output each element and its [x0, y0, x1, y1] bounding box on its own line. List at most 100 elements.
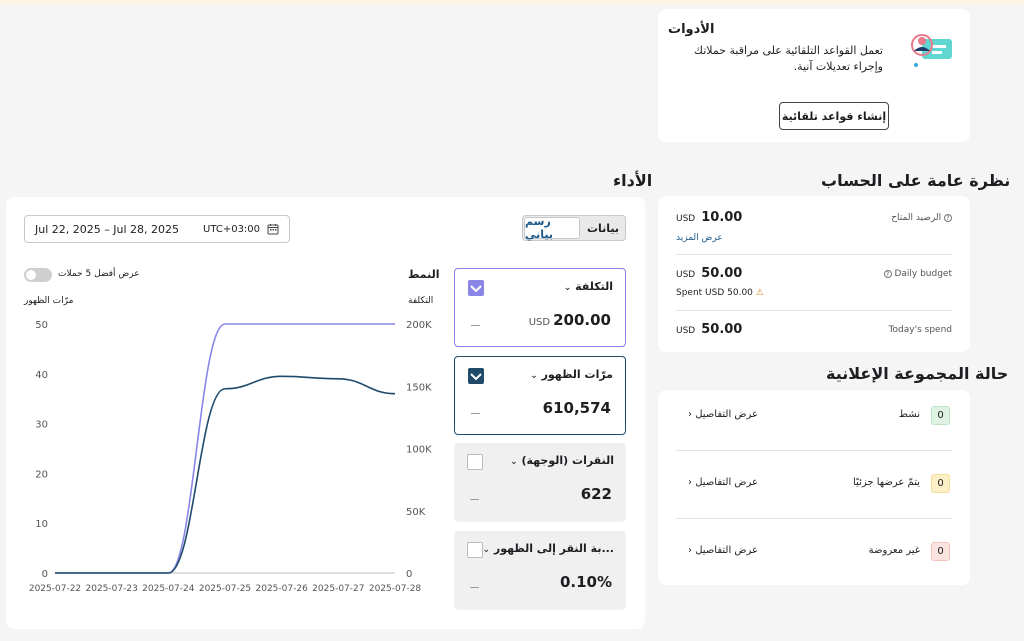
y-left-tick-label: 30 [35, 420, 48, 431]
y-right-tick-label: 100K [406, 445, 432, 456]
status-badge-partial: 0 [931, 474, 950, 493]
pattern-label: النمط [408, 268, 440, 281]
account-overview-heading: نظرة عامة على الحساب [821, 171, 1011, 190]
x-tick-label: 2025-07-27 [312, 584, 364, 594]
x-tick-label: 2025-07-24 [142, 584, 195, 594]
tools-card: الأدوات تعمل القواعد التلقائية على مراقب… [658, 9, 970, 142]
y-right-tick-label: 0 [406, 569, 412, 580]
metric-value-impressions: 610,574 [542, 399, 611, 417]
account-overview-card: USD 10.00 الرصيد المتاح ? عرض المزيد USD 5… [658, 196, 970, 352]
tools-description: تعمل القواعد التلقائية على مراقبة حملاتك… [693, 44, 883, 73]
daily-budget-value: 50.00 [701, 266, 743, 281]
daily-budget-currency: USD [676, 270, 696, 280]
adset-status-card: عرض التفاصيل ‹ نشط 0 عرض التفاصيل ‹ يتمّ… [658, 390, 970, 585]
chevron-down-icon: ⌄ [510, 457, 518, 467]
balance-currency: USD [676, 214, 696, 224]
view-toggle: رسم بياني بيانات [522, 215, 626, 241]
dash-divider [471, 325, 480, 326]
x-tick-label: 2025-07-28 [369, 584, 422, 594]
daily-budget-label: Daily budget [894, 269, 952, 279]
tab-chart[interactable]: رسم بياني [524, 215, 580, 241]
y-left-tick-label: 50 [35, 320, 48, 331]
metric-name-impressions: مرّات الظهور [541, 368, 613, 381]
metric-card-clicks[interactable]: النقرات (الوجهة) ⌄ 622 [454, 443, 626, 522]
status-badge-not-delivering: 0 [931, 542, 950, 561]
status-row-not-delivering: عرض التفاصيل ‹ غير معروضة 0 [686, 542, 950, 562]
see-more-link[interactable]: عرض المزيد [676, 233, 723, 243]
timezone-text: UTC+03:00 [203, 224, 261, 235]
todays-spend-value: 50.00 [701, 322, 743, 337]
tab-data[interactable]: بيانات [581, 216, 625, 240]
metric-name-clicks: النقرات (الوجهة) [521, 454, 614, 467]
series-line-cost [55, 323, 395, 574]
calendar-icon [267, 224, 279, 235]
metric-card-cost[interactable]: التكلفة ⌄ USD 200.00 [454, 268, 626, 347]
create-automated-rules-button[interactable]: إنشاء قواعد تلقائية [779, 102, 889, 130]
date-range-text: Jul 22, 2025 – Jul 28, 2025 [35, 223, 179, 236]
y-right-tick-label: 50K [406, 507, 426, 518]
x-tick-label: 2025-07-23 [86, 584, 138, 594]
top-strip [0, 0, 1024, 4]
metric-name-ctr: ...بة النقر إلى الظهور [493, 542, 614, 555]
top-campaigns-toggle[interactable] [24, 268, 52, 282]
tools-title: الأدوات [668, 22, 715, 37]
x-tick-label: 2025-07-26 [256, 584, 309, 594]
todays-spend-currency: USD [676, 326, 696, 336]
metric-name-cost: التكلفة [575, 280, 613, 293]
overview-row-balance: USD 10.00 الرصيد المتاح ? عرض المزيد [676, 210, 952, 250]
chevron-left-icon: ‹ [688, 545, 692, 556]
status-label-active: نشط [898, 409, 920, 420]
balance-value: 10.00 [701, 210, 743, 225]
chevron-down-icon: ⌄ [563, 283, 572, 293]
x-tick-label: 2025-07-22 [29, 584, 81, 594]
divider [676, 310, 952, 311]
y-right-tick-label: 200K [406, 320, 432, 331]
right-axis-label: التكلفة [408, 296, 434, 306]
series-line-impressions [55, 375, 396, 574]
dash-divider [471, 413, 480, 414]
overview-row-todays-spend: USD 50.00 Today's spend [676, 322, 952, 340]
performance-heading: الأداء [613, 171, 653, 190]
spent-text: Spent USD 50.00 [676, 288, 753, 298]
status-row-active: عرض التفاصيل ‹ نشط 0 [686, 406, 950, 426]
view-details-link[interactable]: عرض التفاصيل ‹ [688, 477, 758, 488]
automated-rules-illustration-icon [911, 34, 952, 67]
status-row-partial: عرض التفاصيل ‹ يتمّ عرضها جزئيًا 0 [686, 474, 950, 494]
x-tick-label: 2025-07-25 [199, 584, 251, 594]
adset-status-heading: حالة المجموعة الإعلانية [826, 364, 1009, 383]
metric-value-ctr: 0.10% [559, 573, 612, 591]
divider [676, 254, 952, 255]
warning-icon: ⚠ [755, 288, 764, 298]
y-left-tick-label: 20 [35, 469, 48, 480]
y-right-tick-label: 150K [406, 382, 432, 393]
help-icon[interactable]: ? [944, 213, 952, 222]
chevron-left-icon: ‹ [688, 409, 692, 420]
metric-card-impressions[interactable]: مرّات الظهور ⌄ 610,574 [454, 356, 626, 435]
help-icon[interactable]: ? [883, 269, 892, 278]
left-axis-label: مرّات الظهور [24, 296, 74, 306]
metric-card-ctr[interactable]: ...بة النقر إلى الظهور ⌄ 0.10% [454, 531, 626, 610]
status-label-partial: يتمّ عرضها جزئيًا [853, 477, 920, 488]
y-left-tick-label: 40 [35, 370, 48, 381]
performance-card: Jul 22, 2025 – Jul 28, 2025 UTC+03:00 رس… [6, 197, 645, 629]
metric-currency: USD [528, 317, 551, 328]
metric-value-clicks: 622 [580, 485, 612, 503]
todays-spend-label: Today's spend [888, 325, 952, 335]
top-campaigns-label: عرض أفضل 5 حملات [58, 269, 140, 279]
status-badge-active: 0 [931, 406, 950, 425]
metric-value-cost: 200.00 [553, 311, 611, 329]
chevron-left-icon: ‹ [688, 477, 692, 488]
chevron-down-icon: ⌄ [482, 545, 491, 555]
divider [676, 518, 952, 519]
divider [676, 450, 952, 451]
view-details-link[interactable]: عرض التفاصيل ‹ [688, 545, 758, 556]
overview-row-daily-budget: USD 50.00 ? Daily budget Spent USD 50.00 … [676, 266, 952, 302]
view-details-link[interactable]: عرض التفاصيل ‹ [688, 409, 758, 420]
dash-divider [470, 499, 479, 500]
performance-chart: 0 10 20 30 40 50 0 50K 100K 150K 200K 2025-07-22 202… [29, 320, 432, 594]
date-range-picker[interactable]: Jul 22, 2025 – Jul 28, 2025 UTC+03:00 [24, 215, 290, 243]
y-left-tick-label: 10 [35, 519, 48, 530]
dash-divider [470, 587, 479, 588]
y-left-tick-label: 0 [42, 569, 48, 580]
chevron-down-icon: ⌄ [530, 371, 538, 381]
